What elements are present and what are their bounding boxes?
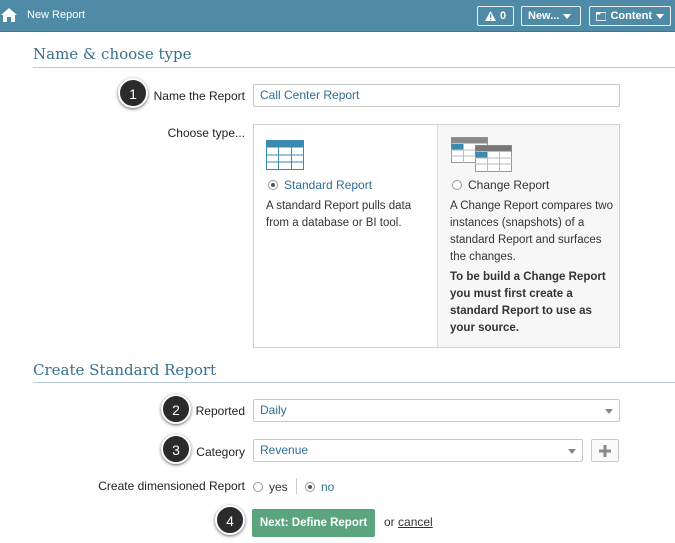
page-title: New Report <box>27 9 86 21</box>
home-icon[interactable] <box>0 7 18 23</box>
content-menu-button[interactable]: Content <box>589 6 671 26</box>
chevron-down-icon <box>656 13 664 19</box>
alerts-button[interactable]: 0 <box>477 6 514 26</box>
change-report-option[interactable]: Change Report A Change Report compares t… <box>437 125 619 347</box>
standard-report-radio-row[interactable]: Standard Report <box>268 178 372 192</box>
reported-label: Reported <box>195 404 245 418</box>
warning-triangle-icon <box>484 11 496 21</box>
chevron-down-icon <box>563 13 572 19</box>
cancel-link[interactable]: cancel <box>398 515 433 529</box>
standard-report-option[interactable]: Standard Report A standard Report pulls … <box>254 125 437 347</box>
choose-type-label: Choose type... <box>167 126 245 140</box>
table-icon <box>266 140 304 170</box>
section-divider <box>33 382 675 383</box>
section-divider <box>33 67 675 68</box>
step-badge-4: 4 <box>215 505 245 535</box>
window-icon <box>596 11 607 21</box>
alerts-count: 0 <box>499 10 507 22</box>
section-title-standard: Create Standard Report <box>33 361 217 379</box>
reported-select[interactable]: Daily <box>253 399 620 422</box>
stacked-tables-icon <box>451 137 512 172</box>
dimensioned-yes-radio[interactable] <box>253 482 263 492</box>
category-label: Category <box>196 445 245 459</box>
dimensioned-yes-label: yes <box>269 480 288 494</box>
add-category-button[interactable] <box>591 439 619 462</box>
change-report-radio[interactable] <box>452 180 462 190</box>
report-type-chooser: Standard Report A standard Report pulls … <box>253 124 620 348</box>
category-select-value: Revenue <box>260 443 309 457</box>
new-menu-label: New... <box>528 10 560 22</box>
dimensioned-no-label: no <box>321 480 335 494</box>
section-title-name-type: Name & choose type <box>33 45 192 63</box>
or-cancel-text: or cancel <box>384 515 433 529</box>
report-name-input[interactable]: Call Center Report <box>253 84 620 107</box>
category-select[interactable]: Revenue <box>253 439 583 462</box>
next-define-report-button[interactable]: Next: Define Report <box>252 509 375 537</box>
standard-report-label: Standard Report <box>284 178 373 192</box>
standard-report-description: A standard Report pulls data from a data… <box>266 200 412 229</box>
dimensioned-no-radio[interactable] <box>305 482 315 492</box>
top-nav-bar: New Report 0 New... Content <box>0 0 675 32</box>
new-menu-button[interactable]: New... <box>521 6 581 26</box>
content-menu-label: Content <box>610 10 652 22</box>
option-divider <box>296 478 297 494</box>
standard-report-radio[interactable] <box>268 180 278 190</box>
dimensioned-report-label: Create dimensioned Report <box>98 479 245 493</box>
change-report-description: A Change Report compares two instances (… <box>450 200 614 263</box>
chevron-down-icon <box>568 449 576 454</box>
chevron-down-icon <box>605 409 613 414</box>
dimensioned-yes-option[interactable]: yes <box>253 480 288 494</box>
or-text: or <box>384 515 395 529</box>
change-report-note: To be build a Change Report you must fir… <box>450 271 606 334</box>
report-name-label: Name the Report <box>153 89 245 103</box>
change-report-radio-row[interactable]: Change Report <box>452 178 549 192</box>
dimensioned-no-option[interactable]: no <box>305 480 334 494</box>
plus-icon <box>599 445 611 457</box>
change-report-label: Change Report <box>468 178 550 192</box>
reported-select-value: Daily <box>260 403 287 417</box>
